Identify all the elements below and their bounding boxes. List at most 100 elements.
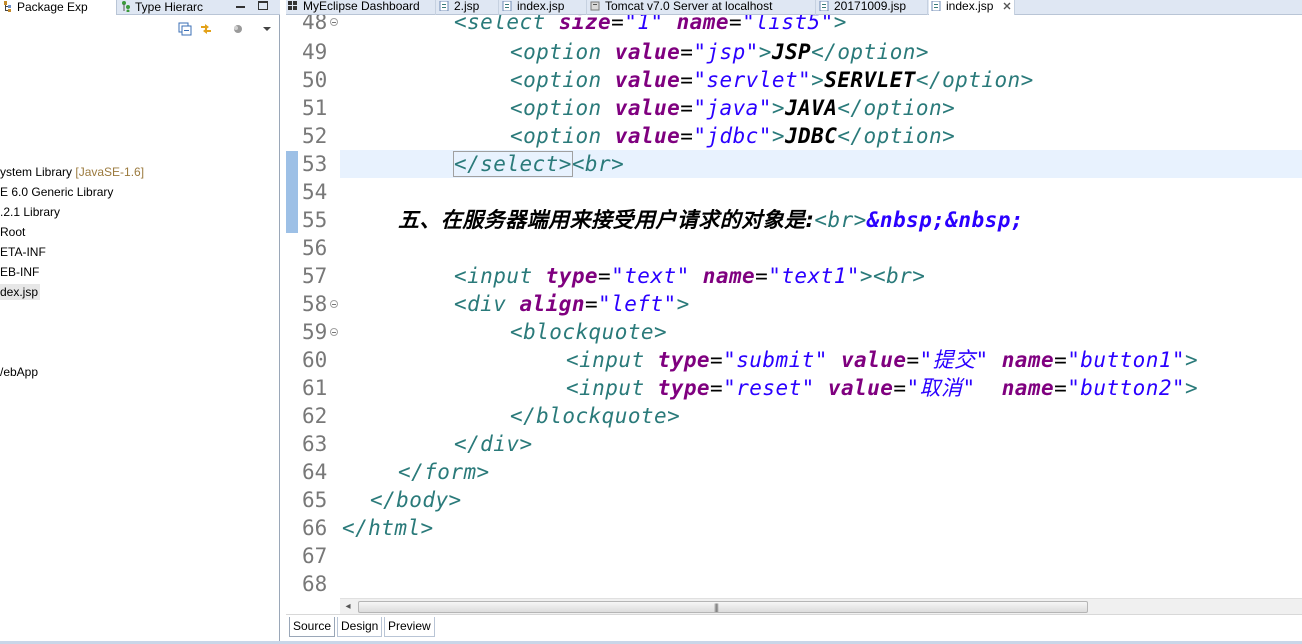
link-with-editor-icon[interactable] [199, 22, 213, 36]
line-number: 59 [302, 320, 328, 344]
value-token: "servlet" [693, 68, 812, 92]
focus-icon[interactable] [231, 22, 245, 36]
text-token: 五、在服务器端用来接受用户请求的对象是: [398, 208, 815, 232]
tag-token: > [811, 68, 825, 92]
tree-item-jstl-library[interactable]: .2.1 Library [0, 204, 60, 220]
dashboard-icon [288, 1, 298, 11]
line-number: 58 [302, 292, 328, 316]
attr-token: value [614, 40, 681, 64]
value-token: " [975, 348, 989, 372]
tag-token: <div [454, 292, 520, 316]
tag-token: <br> [571, 152, 625, 176]
source-editor[interactable]: 48 49 50 51 52 53 54 55 56 57 58 59 60 6… [286, 15, 1302, 598]
code-line-65: </body> [370, 486, 462, 514]
line-number: 66 [302, 516, 328, 540]
line-number: 65 [302, 488, 328, 512]
tree-item-webapp[interactable]: /ebApp [0, 364, 38, 380]
tab-source[interactable]: Source [289, 617, 336, 637]
fold-collapse-icon[interactable] [330, 18, 338, 26]
tag-token: <input [566, 376, 658, 400]
attr-token: type [657, 376, 711, 400]
jsp-file-icon [502, 0, 512, 12]
fold-collapse-icon[interactable] [330, 328, 338, 336]
line-number: 64 [302, 460, 328, 484]
value-token: 取消 [919, 376, 963, 400]
tag-token: </blockquote> [510, 404, 681, 428]
tag-token: <option [510, 124, 615, 148]
text-token: JSP [771, 40, 812, 64]
line-number: 60 [302, 348, 328, 372]
tree-item-label: E 6.0 Generic Library [0, 185, 114, 199]
value-token: "text" [611, 264, 690, 288]
line-number: 48 [302, 15, 328, 34]
tag-token: </option> [837, 96, 956, 120]
line-number: 54 [302, 180, 328, 204]
fold-collapse-icon[interactable] [330, 300, 338, 308]
attr-token: value [814, 376, 894, 400]
close-icon[interactable] [1002, 1, 1012, 11]
line-number: 63 [302, 432, 328, 456]
value-token: "jdbc" [693, 124, 772, 148]
tree-item-label: EB-INF [0, 265, 40, 279]
tag-token: <select [454, 15, 559, 34]
tab-20171009-jsp[interactable]: 20171009.jsp [817, 0, 928, 15]
package-explorer-toolbar [175, 22, 275, 38]
line-number: 53 [302, 152, 328, 176]
code-line-64: </form> [398, 458, 490, 486]
scrollbar-thumb[interactable]: ||| [358, 601, 1088, 613]
value-token: "java" [693, 96, 772, 120]
tab-label: MyEclipse Dashboard [303, 0, 420, 13]
tab-tomcat-server[interactable]: Tomcat v7.0 Server at localhost [588, 0, 816, 15]
tab-2-jsp[interactable]: 2.jsp [437, 0, 499, 15]
tree-item-webroot[interactable]: Root [0, 224, 25, 240]
code-line-61: <input type="reset" value="取消" name="but… [566, 374, 1198, 402]
tag-token: > [676, 292, 690, 316]
attr-token: name [663, 15, 729, 34]
tab-design[interactable]: Design [337, 617, 383, 637]
tree-item-label: dex.jsp [0, 285, 39, 299]
tag-token: </option> [915, 68, 1034, 92]
tag-token: <option [510, 68, 615, 92]
value-token: "text1" [768, 264, 860, 288]
tab-package-explorer[interactable]: Package Exp [0, 0, 117, 15]
tab-label: index.jsp [517, 0, 565, 13]
tree-item-web-inf[interactable]: EB-INF [0, 264, 39, 280]
tag-token: <br> [873, 264, 926, 288]
tag-token: </html> [342, 516, 434, 540]
value-token: "button2" [1067, 376, 1186, 400]
value-token: "left" [598, 292, 677, 316]
tag-token: > [1185, 348, 1199, 372]
view-menu-chevron-down-icon[interactable] [260, 22, 274, 36]
tab-label: Tomcat v7.0 Server at localhost [605, 0, 773, 13]
tag-token: > [859, 264, 873, 288]
value-token: "submit" [723, 348, 828, 372]
tab-type-hierarchy-label: Type Hierarc [135, 0, 204, 14]
equals-token: = [893, 376, 907, 400]
tab-index-jsp[interactable]: index.jsp [500, 0, 587, 15]
tab-preview[interactable]: Preview [384, 617, 435, 637]
tab-package-explorer-label: Package Exp [17, 0, 88, 14]
tree-item-meta-inf[interactable]: ETA-INF [0, 244, 46, 260]
equals-token: = [680, 96, 694, 120]
tree-item-label: ystem Library [0, 165, 76, 179]
horizontal-scrollbar[interactable]: ◂ ||| [340, 598, 1302, 614]
equals-token: = [680, 40, 694, 64]
tab-index-jsp-active[interactable]: index.jsp [929, 0, 1015, 15]
line-number: 56 [302, 236, 328, 260]
tree-item-label: Root [0, 225, 26, 239]
collapse-all-icon[interactable] [178, 22, 192, 36]
maximize-icon[interactable] [258, 1, 268, 10]
tree-item-index-jsp[interactable]: dex.jsp [0, 284, 41, 300]
tag-token: </body> [370, 488, 462, 512]
minimize-icon[interactable] [236, 6, 245, 8]
equals-token: = [710, 348, 724, 372]
tag-token: <input [566, 348, 658, 372]
equals-token: = [680, 124, 694, 148]
tree-item-javaee-library[interactable]: E 6.0 Generic Library [0, 184, 113, 200]
tab-type-hierarchy[interactable]: Type Hierarc [118, 0, 226, 15]
entity-token: &nbsp;&nbsp; [866, 208, 1024, 232]
scroll-left-arrow-icon[interactable]: ◂ [340, 599, 356, 615]
tab-myeclipse-dashboard[interactable]: MyEclipse Dashboard [286, 0, 436, 15]
text-token: SERVLET [824, 68, 916, 92]
tree-item-jre-system-library[interactable]: ystem Library [JavaSE-1.6] [0, 164, 144, 180]
